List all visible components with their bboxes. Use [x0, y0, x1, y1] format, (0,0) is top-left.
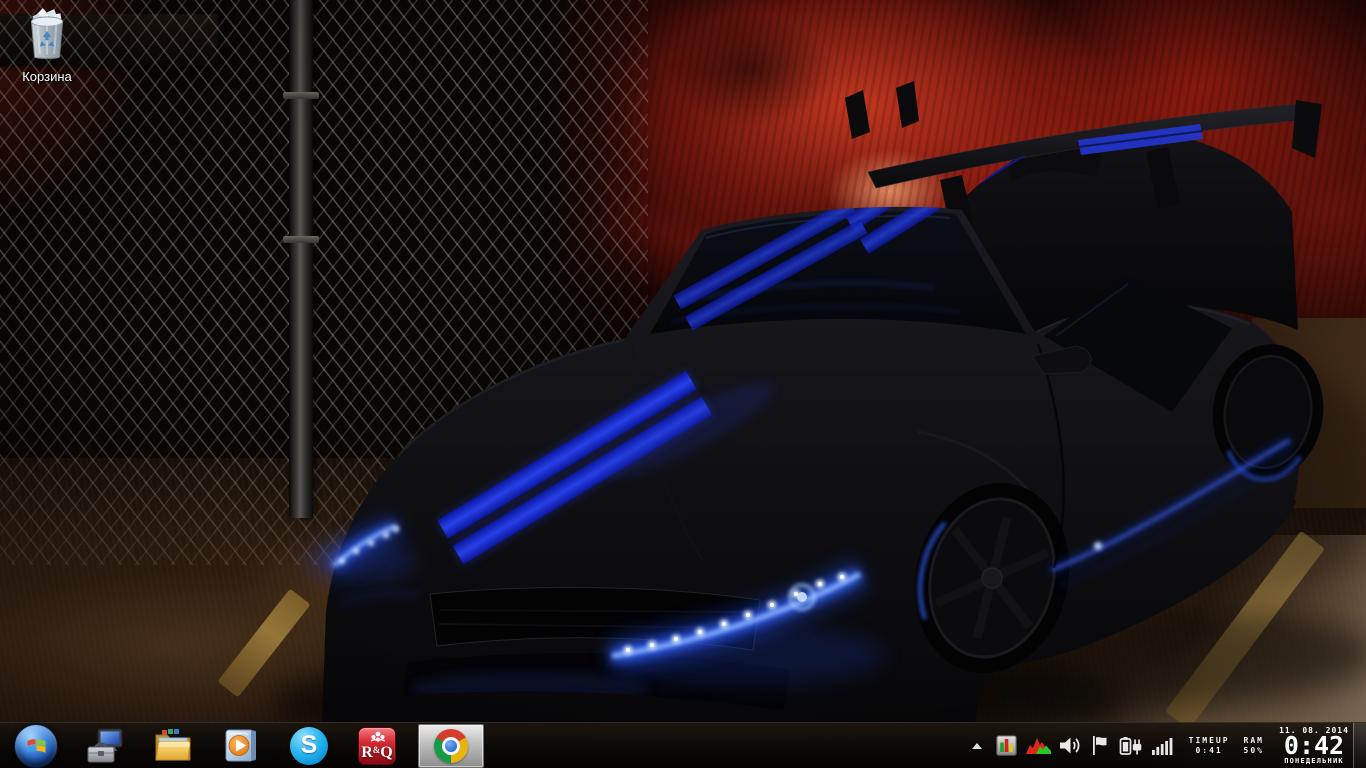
- tray-ram-meter[interactable]: RAM 50%: [1244, 736, 1264, 756]
- ram-value: 50%: [1244, 746, 1264, 756]
- skype-letter: S: [301, 733, 318, 758]
- tray-resource-monitor[interactable]: [996, 735, 1017, 756]
- recycle-bin-full-icon: [18, 4, 76, 62]
- tray-action-center[interactable]: [1092, 736, 1109, 755]
- taskbar-app-chrome-active[interactable]: [418, 724, 484, 768]
- tray-network-traffic[interactable]: [1026, 737, 1051, 754]
- recycle-bin-label: Корзина: [8, 69, 86, 84]
- windows-orb-icon: [25, 734, 48, 758]
- folder-icon: [153, 726, 193, 766]
- ram-label: RAM: [1244, 736, 1264, 746]
- skype-circle-icon: S: [290, 727, 328, 765]
- resource-monitor-icon: [996, 735, 1017, 756]
- tray-clock[interactable]: 11. 08. 2014 0:42 ПОНЕДЕЛЬНИК: [1279, 726, 1349, 766]
- show-hidden-icons-arrow[interactable]: [972, 743, 982, 749]
- clock-time: 0:42: [1279, 735, 1349, 757]
- network-traffic-icon: [1026, 737, 1051, 754]
- tray-power[interactable]: [1118, 736, 1143, 755]
- chrome-logo-icon: [434, 729, 468, 763]
- signal-strength-icon: [1152, 737, 1173, 755]
- show-desktop-button[interactable]: [1353, 723, 1366, 768]
- power-plug-icon: [1118, 736, 1143, 755]
- computer-toolbox-icon: [85, 726, 125, 766]
- volume-icon: [1060, 736, 1083, 755]
- taskbar: S R&Q: [0, 722, 1366, 768]
- rnq-letters: R&Q: [359, 742, 395, 761]
- start-button[interactable]: [14, 724, 58, 768]
- rnq-badge-icon: R&Q: [358, 727, 396, 765]
- tray-timeup-meter[interactable]: TIMEUP 0:41: [1189, 736, 1230, 756]
- taskbar-app-media-player[interactable]: [220, 724, 262, 768]
- desktop-screen: Корзина: [0, 0, 1366, 768]
- wallpaper: [0, 0, 1366, 768]
- taskbar-app-rnq-messenger[interactable]: R&Q: [356, 724, 398, 768]
- action-center-flag-icon: [1092, 736, 1109, 755]
- sports-car-wallpaper: [0, 0, 1366, 722]
- tray-volume[interactable]: [1060, 736, 1083, 755]
- recycle-bin-shortcut[interactable]: Корзина: [8, 4, 86, 84]
- system-tray: TIMEUP 0:41 RAM 50% 11. 08. 2014 0:42 ПО…: [972, 723, 1366, 768]
- clock-weekday: ПОНЕДЕЛЬНИК: [1279, 757, 1349, 766]
- taskbar-app-system-tools[interactable]: [84, 724, 126, 768]
- taskbar-app-file-explorer[interactable]: [152, 724, 194, 768]
- timeup-label: TIMEUP: [1189, 736, 1230, 746]
- tray-network-signal[interactable]: [1152, 737, 1173, 755]
- play-box-icon: [221, 726, 261, 766]
- taskbar-app-skype[interactable]: S: [288, 724, 330, 768]
- timeup-value: 0:41: [1189, 746, 1230, 756]
